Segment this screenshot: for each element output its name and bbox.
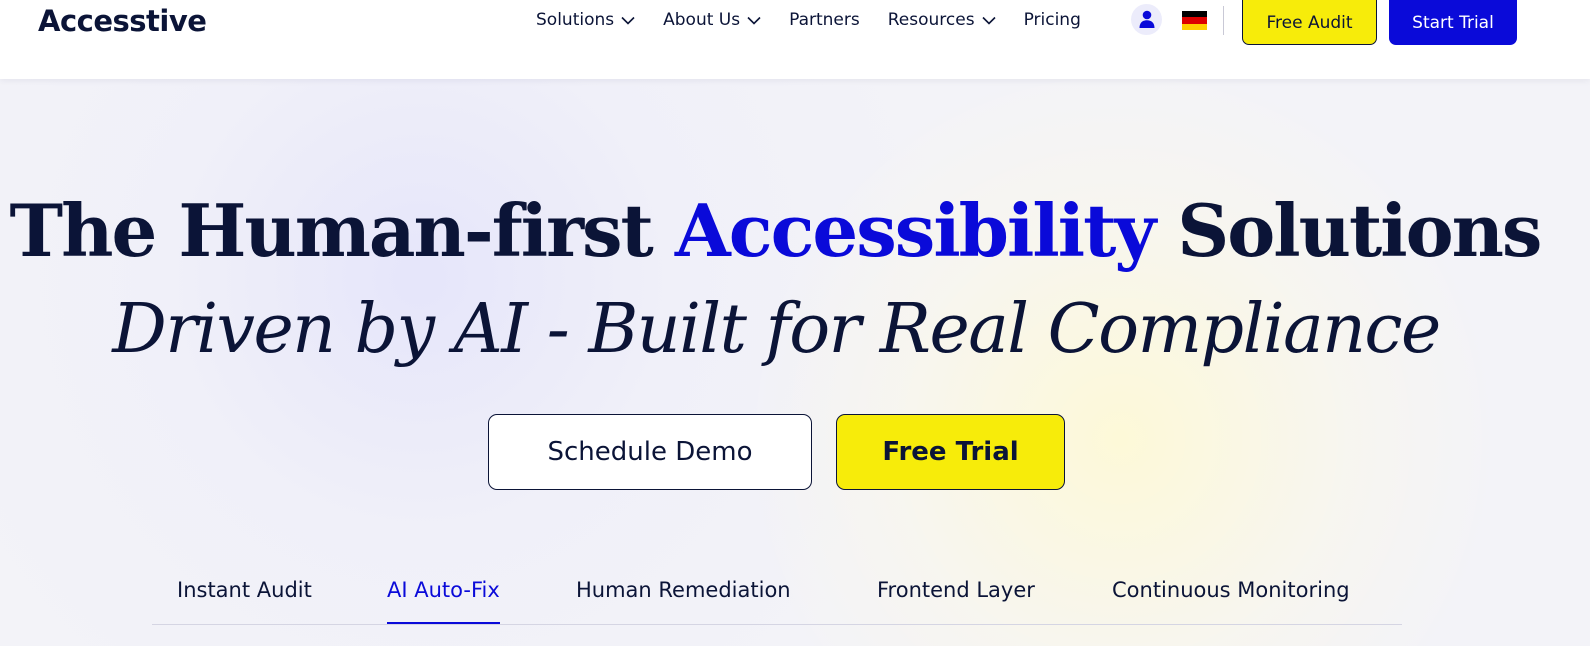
hero-subtitle: Driven by AI - Built for Real Compliance [112,290,1441,369]
nav-item-label: Partners [789,10,860,30]
nav-item-label: Resources [887,10,975,30]
nav-item-label: Pricing [1023,10,1081,30]
tab-ai-auto-fix[interactable]: AI Auto-Fix [387,578,500,624]
nav-item-partners[interactable]: Partners [789,10,860,30]
nav-item-solutions[interactable]: Solutions [536,10,635,30]
hero-title-part2: Solutions [1177,188,1542,273]
tab-instant-audit[interactable]: Instant Audit [177,578,312,624]
nav-item-pricing[interactable]: Pricing [1024,10,1081,30]
german-flag-icon[interactable] [1182,11,1207,30]
tab-continuous-monitoring[interactable]: Continuous Monitoring [1112,578,1350,624]
main-nav: Solutions About Us Partners Resources Pr… [536,8,1109,32]
chevron-down-icon [981,16,996,25]
user-icon[interactable] [1131,4,1162,35]
feature-tabs: Instant Audit AI Auto-Fix Human Remediat… [152,570,1402,625]
chevron-down-icon [621,16,635,25]
site-header: Accesstive Solutions About Us Partners R… [0,0,1590,79]
tab-frontend-layer[interactable]: Frontend Layer [877,578,1035,624]
free-trial-button[interactable]: Free Trial [836,414,1065,490]
accesstive-logo[interactable]: Accesstive [38,4,207,38]
hero-title-accent: Accessibility [674,188,1156,273]
hero-title: The Human-first Accessibility Solutions [0,188,1550,273]
nav-item-resources[interactable]: Resources [888,10,996,30]
free-audit-button[interactable]: Free Audit [1242,0,1377,45]
nav-item-label: About Us [663,10,741,30]
header-divider [1223,6,1224,35]
hero-title-part1: The Human-first [9,188,654,273]
start-trial-button[interactable]: Start Trial [1389,0,1517,45]
nav-item-label: Solutions [536,10,615,30]
chevron-down-icon [747,16,761,25]
tab-human-remediation[interactable]: Human Remediation [576,578,791,624]
nav-item-about-us[interactable]: About Us [663,10,761,30]
schedule-demo-button[interactable]: Schedule Demo [488,414,812,490]
